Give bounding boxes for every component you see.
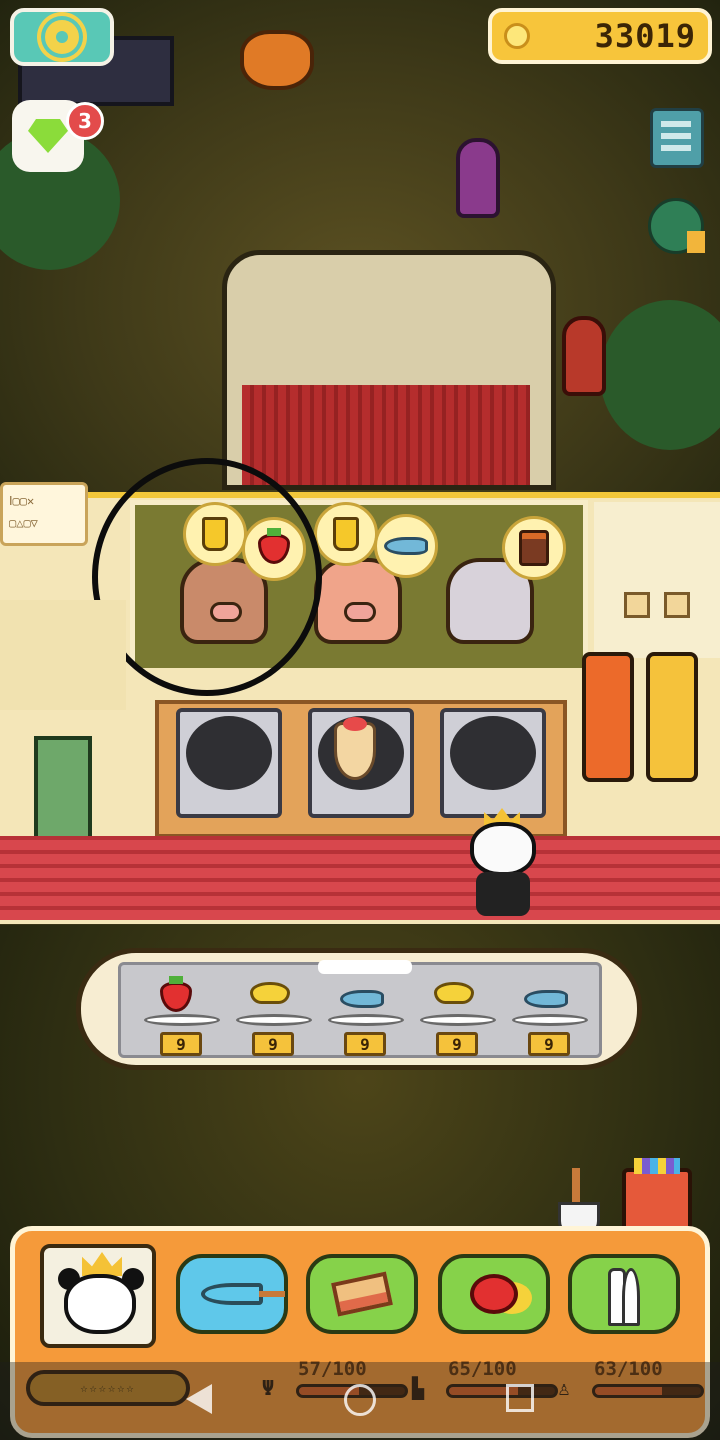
juice-dispenser[interactable]	[646, 652, 698, 782]
utensils-button[interactable]	[568, 1254, 680, 1334]
coin-icon	[504, 23, 530, 49]
ingredient-count: 9	[160, 1032, 202, 1056]
hot-plate	[450, 716, 536, 790]
plate	[236, 1014, 312, 1026]
lantern-decoration	[562, 316, 606, 396]
plate	[328, 1014, 404, 1026]
order-bubble	[502, 516, 566, 580]
recipe-book-button[interactable]	[650, 108, 704, 168]
player-avatar[interactable]	[40, 1244, 156, 1348]
panda-head	[470, 822, 536, 876]
back-icon[interactable]	[186, 1384, 212, 1414]
stove-1[interactable]	[176, 708, 282, 818]
coin-amount: 33019	[594, 17, 696, 55]
ingredient-slot-fish[interactable]: 9	[326, 978, 406, 1058]
tray-handle[interactable]	[318, 960, 412, 974]
notification-badge: 3	[66, 102, 104, 140]
bacon-icon	[331, 1271, 393, 1317]
ingredient-slot-strawberry[interactable]: 9	[142, 976, 222, 1058]
cup-icon	[624, 592, 650, 618]
fish-icon	[340, 990, 384, 1008]
ingredient-slot-fish[interactable]: 9	[510, 978, 590, 1058]
stove-3[interactable]	[440, 708, 546, 818]
whisk-button[interactable]	[176, 1254, 288, 1334]
fish-icon	[524, 990, 568, 1008]
panda-body	[476, 872, 530, 916]
juice-dispenser[interactable]	[582, 652, 634, 782]
bacon-button[interactable]	[306, 1254, 418, 1334]
menu-line: Ⅰ▢▢✕	[9, 494, 35, 508]
gear-icon	[45, 20, 79, 54]
lantern-decoration	[456, 138, 500, 218]
fish-icon	[384, 537, 428, 555]
hot-plate	[186, 716, 272, 790]
banana-icon	[250, 982, 290, 1004]
snout	[344, 602, 376, 622]
pumpkin-decoration	[240, 30, 314, 90]
cup-shelf	[594, 502, 720, 658]
ingredient-slot-banana[interactable]: 9	[418, 978, 498, 1058]
settings-button[interactable]	[10, 8, 114, 66]
menu-board: Ⅰ▢▢✕ ▢△▢▽	[0, 482, 88, 546]
menu-line: ▢△▢▽	[9, 515, 38, 530]
trash-bin[interactable]	[34, 736, 92, 846]
stove-2[interactable]	[308, 708, 414, 818]
ingredient-slot-banana[interactable]: 9	[234, 978, 314, 1058]
jam-jar-icon	[519, 530, 549, 566]
cup-icon	[664, 592, 690, 618]
ingredient-count: 9	[252, 1032, 294, 1056]
food-truck-carpet	[242, 385, 530, 485]
strawberry-icon	[160, 976, 192, 1012]
gem-icon	[28, 119, 68, 153]
strawberry-crepe-icon[interactable]	[334, 717, 376, 780]
panda-head	[64, 1274, 136, 1334]
recent-apps-icon[interactable]	[506, 1384, 534, 1412]
banana-icon	[434, 982, 474, 1004]
red-carpet	[0, 836, 720, 920]
juice-icon	[333, 517, 359, 551]
whisk-icon	[201, 1283, 285, 1305]
toolbox-button[interactable]	[622, 1158, 692, 1234]
order-bubble	[314, 502, 378, 566]
utensils-icon	[606, 1268, 642, 1326]
coin-counter: 33019	[488, 8, 712, 64]
home-icon[interactable]	[344, 1384, 376, 1416]
ingredient-count: 9	[344, 1032, 386, 1056]
fruit-icon	[470, 1274, 518, 1314]
utensil-rack	[0, 600, 126, 710]
plate	[420, 1014, 496, 1026]
plate	[144, 1014, 220, 1026]
ingredient-count: 9	[436, 1032, 478, 1056]
plate	[512, 1014, 588, 1026]
crown-icon	[82, 1252, 122, 1276]
stats-chart-button[interactable]	[648, 198, 705, 254]
panda-chef[interactable]	[466, 808, 540, 918]
fruit-button[interactable]	[438, 1254, 550, 1334]
highlight-annotation-circle	[92, 458, 322, 696]
order-bubble	[374, 514, 438, 578]
ingredient-count: 9	[528, 1032, 570, 1056]
